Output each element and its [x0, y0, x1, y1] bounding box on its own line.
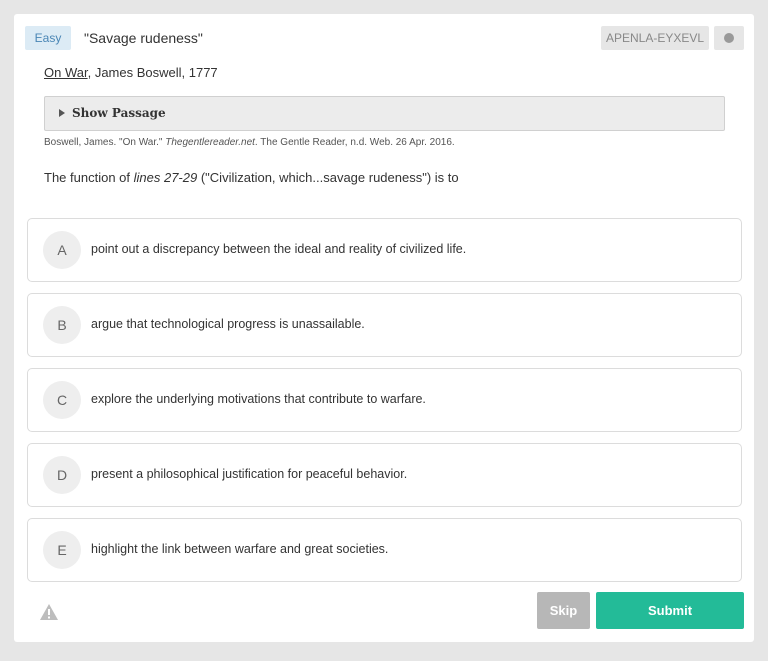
question-id-button[interactable]: APENLA-EYXEVL [601, 26, 709, 50]
status-button[interactable] [714, 26, 744, 50]
prompt-after: ("Civilization, which...savage rudeness"… [197, 170, 459, 185]
choice-text: argue that technological progress is una… [91, 317, 365, 331]
citation-part2: . The Gentle Reader, n.d. Web. 26 Apr. 2… [254, 137, 455, 148]
difficulty-badge: Easy [25, 26, 71, 50]
show-passage-toggle[interactable]: Show Passage [44, 96, 725, 131]
choice-text: point out a discrepancy between the idea… [91, 242, 467, 256]
prompt-lines: lines 27-29 [133, 170, 198, 185]
source-work-link[interactable]: On War [44, 65, 88, 80]
choice-letter: C [43, 381, 81, 419]
skip-button[interactable]: Skip [537, 592, 590, 629]
source-line: On War, James Boswell, 1777 [44, 65, 218, 80]
warning-icon[interactable] [39, 603, 59, 621]
answer-choice-e[interactable]: E highlight the link between warfare and… [27, 518, 742, 582]
question-title: "Savage rudeness" [84, 30, 203, 46]
question-card: Easy "Savage rudeness" APENLA-EYXEVL On … [14, 14, 754, 642]
caret-right-icon [59, 109, 65, 117]
answer-choice-a[interactable]: A point out a discrepancy between the id… [27, 218, 742, 282]
answer-choice-b[interactable]: B argue that technological progress is u… [27, 293, 742, 357]
choice-text: explore the underlying motivations that … [91, 392, 426, 406]
answer-choice-d[interactable]: D present a philosophical justification … [27, 443, 742, 507]
choice-text: present a philosophical justification fo… [91, 467, 408, 481]
submit-button[interactable]: Submit [596, 592, 744, 629]
choice-letter: A [43, 231, 81, 269]
choice-text: highlight the link between warfare and g… [91, 542, 389, 556]
show-passage-label: Show Passage [72, 106, 166, 120]
source-author-year: , James Boswell, 1777 [87, 65, 218, 80]
citation: Boswell, James. "On War." Thegentlereade… [44, 137, 455, 148]
choice-letter: E [43, 531, 81, 569]
question-prompt: The function of lines 27-29 ("Civilizati… [44, 170, 459, 185]
answer-choice-c[interactable]: C explore the underlying motivations tha… [27, 368, 742, 432]
citation-site: Thegentlereader.net [165, 137, 255, 148]
choice-letter: B [43, 306, 81, 344]
citation-part1: Boswell, James. "On War." [44, 137, 166, 148]
prompt-before: The function of [44, 170, 134, 185]
choice-letter: D [43, 456, 81, 494]
status-dot-icon [724, 33, 734, 43]
